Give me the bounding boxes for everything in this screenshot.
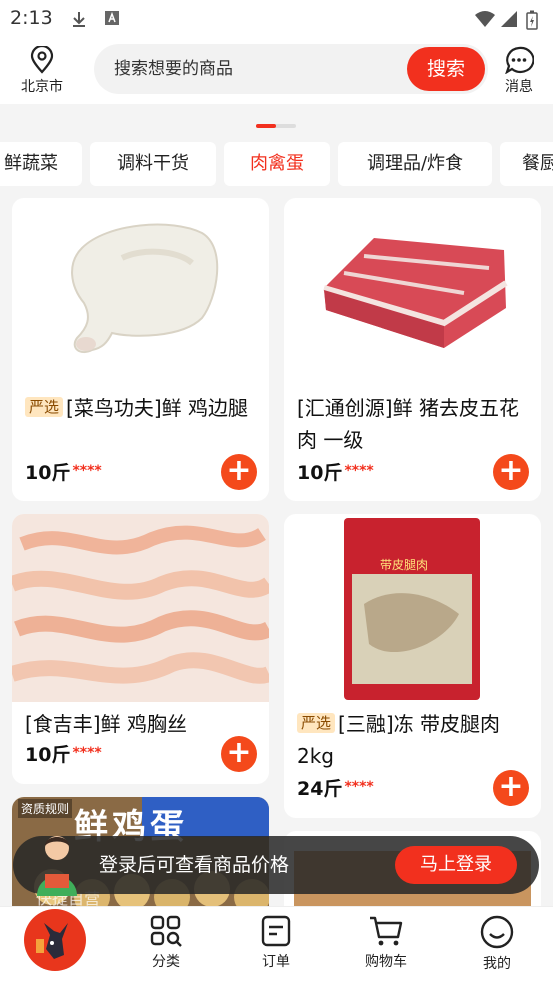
product-card[interactable]: 严选 [菜鸟功夫]鲜 鸡边腿 10斤 **** + (12, 198, 269, 501)
login-now-button[interactable]: 马上登录 (395, 846, 517, 884)
add-to-cart-button[interactable]: + (493, 770, 529, 806)
profile-icon (480, 915, 514, 949)
search-button[interactable]: 搜索 (407, 47, 485, 91)
app-notification-icon (104, 10, 120, 30)
product-title: 严选 [三融]冻 带皮腿肉2kg (297, 712, 500, 768)
mascot-avatar-icon (37, 836, 77, 896)
donkey-logo-icon (36, 923, 68, 959)
add-to-cart-button[interactable]: + (221, 736, 257, 772)
category-tab-seasonings[interactable]: 调料干货 (90, 142, 216, 186)
category-tab-kitchen[interactable]: 餐厨 (500, 142, 553, 186)
product-title: [食吉丰]鲜 鸡胸丝 (25, 712, 187, 736)
product-price: 10斤 **** (25, 744, 102, 766)
category-page-indicator (256, 124, 296, 128)
signal-icon (500, 10, 518, 32)
cart-icon (370, 916, 403, 946)
location-label: 北京市 (21, 79, 63, 95)
tab-profile-label: 我的 (483, 956, 511, 972)
product-tag: 严选 (25, 397, 64, 417)
add-to-cart-button[interactable]: + (221, 454, 257, 490)
status-time: 2:13 (10, 7, 53, 29)
battery-icon (526, 10, 538, 34)
category-tabs: 鲜蔬菜 调料干货 肉禽蛋 调理品/炸食 餐厨 (0, 142, 553, 186)
product-card[interactable]: [食吉丰]鲜 鸡胸丝 10斤 **** + (12, 514, 269, 784)
qualification-badge[interactable]: 资质规则 (18, 799, 73, 818)
product-card[interactable]: [汇通创源]鲜 猪去皮五花肉 一级 10斤 **** + (284, 198, 541, 501)
category-tab-prepared-food[interactable]: 调理品/炸食 (338, 142, 492, 186)
status-bar: 2:13 (0, 0, 553, 38)
messages-button[interactable]: 消息 (496, 46, 542, 96)
category-tab-vegetables[interactable]: 鲜蔬菜 (0, 142, 82, 186)
tab-home[interactable] (24, 909, 86, 971)
add-to-cart-button[interactable]: + (493, 454, 529, 490)
package-label: 带皮腿肉 (380, 558, 429, 572)
product-tag: 严选 (297, 713, 336, 733)
product-card[interactable]: 带皮腿肉 严选 [三融]冻 带皮腿肉2kg 24斤 **** + (284, 514, 541, 818)
location-pin-icon (30, 46, 54, 74)
product-price: 10斤 **** (25, 462, 102, 484)
search-input[interactable] (114, 44, 404, 94)
tab-profile[interactable]: 我的 (467, 915, 527, 973)
tab-orders-label: 订单 (262, 954, 290, 970)
download-icon (70, 10, 88, 32)
product-price: 24斤 **** (297, 778, 374, 800)
message-icon (505, 46, 534, 74)
top-header: 北京市 搜索 消息 (0, 38, 553, 104)
login-prompt-banner: 登录后可查看商品价格 马上登录 (13, 836, 539, 896)
bottom-tab-bar: 分类 订单 购物车 我的 (0, 906, 553, 984)
product-image-chicken-leg-package (344, 518, 480, 700)
location-selector[interactable]: 北京市 (14, 46, 70, 96)
product-title: [汇通创源]鲜 猪去皮五花肉 一级 (297, 396, 519, 452)
tab-category[interactable]: 分类 (136, 915, 196, 971)
messages-label: 消息 (505, 79, 533, 95)
product-image-pork-belly (323, 238, 508, 348)
tab-cart[interactable]: 购物车 (356, 915, 416, 971)
order-icon (261, 915, 291, 947)
tab-category-label: 分类 (152, 954, 180, 970)
search-bar: 搜索 (94, 44, 488, 94)
product-image-chicken-leg (71, 223, 219, 354)
wifi-icon (474, 10, 496, 32)
login-prompt-text: 登录后可查看商品价格 (99, 854, 290, 876)
product-price: 10斤 **** (297, 462, 374, 484)
tab-cart-label: 购物车 (365, 954, 407, 970)
product-image-chicken-breast-shreds (12, 514, 269, 702)
tab-orders[interactable]: 订单 (246, 915, 306, 971)
grid-icon (150, 915, 182, 947)
product-title: 严选 [菜鸟功夫]鲜 鸡边腿 (25, 392, 257, 424)
category-tab-meat-eggs[interactable]: 肉禽蛋 (224, 142, 330, 186)
